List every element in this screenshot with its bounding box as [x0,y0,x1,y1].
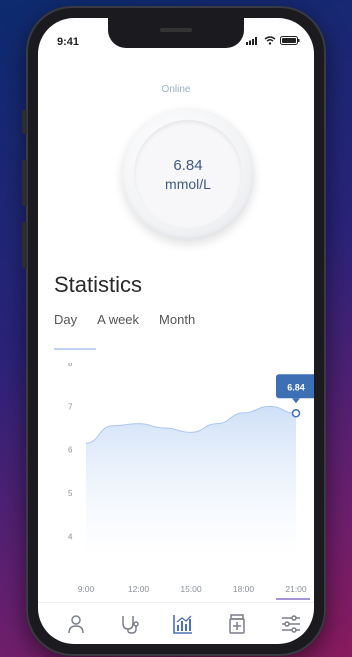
nav-active-indicator [276,598,310,600]
chart-icon [173,615,192,634]
user-icon [68,615,84,634]
stethoscope-icon [122,616,139,634]
nav-profile[interactable] [65,613,87,635]
connection-status: Online [161,84,191,95]
nav-settings[interactable] [280,613,302,635]
mute-switch [22,110,27,134]
battery-icon [280,36,300,45]
tooltip-pointer [292,398,300,404]
period-tabs: Day A week Month [54,312,195,327]
area-fill [86,406,296,558]
phone-frame: 9:41 Online 6.84 mmol/L Statistics Day A… [26,6,326,656]
tab-day[interactable]: Day [54,312,77,327]
x-tick-label: 21:00 [285,584,307,594]
status-icons [246,36,300,45]
settings-sliders-icon [282,615,300,633]
nav-statistics[interactable] [172,613,194,635]
bottom-nav [38,602,314,644]
x-tick-label: 12:00 [128,584,150,594]
x-tick-label: 18:00 [233,584,255,594]
tooltip-value: 6.84 [287,382,305,392]
wifi-icon [264,36,276,45]
nav-medicine[interactable] [226,613,248,635]
x-tick-label: 9:00 [78,584,95,594]
medicine-icon [229,614,245,634]
glucose-chart: 8 7 6 5 4 6.84 9:00 12:00 15:00 18:00 21:00 [68,363,314,594]
glucose-value: 6.84 [173,156,203,174]
y-tick-label: 5 [68,489,73,498]
signal-icon [246,36,257,45]
nav-doctor[interactable] [119,613,141,635]
volume-down-button [22,222,27,268]
notch [108,18,244,48]
y-tick-label: 8 [68,363,73,368]
status-time: 9:41 [57,36,80,48]
active-tab-indicator [54,348,96,350]
statistics-title: Statistics [54,272,143,297]
glucose-unit: mmol/L [165,175,211,192]
data-point[interactable] [291,409,301,418]
volume-up-button [22,160,27,206]
y-tick-label: 6 [68,446,73,455]
tab-week[interactable]: A week [97,312,139,327]
x-tick-label: 15:00 [180,584,202,594]
app-screen: 9:41 Online 6.84 mmol/L Statistics Day A… [38,18,314,644]
y-tick-label: 7 [68,402,73,411]
tab-month[interactable]: Month [159,312,195,327]
glucose-gauge: 6.84 mmol/L [122,108,254,240]
y-tick-label: 4 [68,532,73,541]
